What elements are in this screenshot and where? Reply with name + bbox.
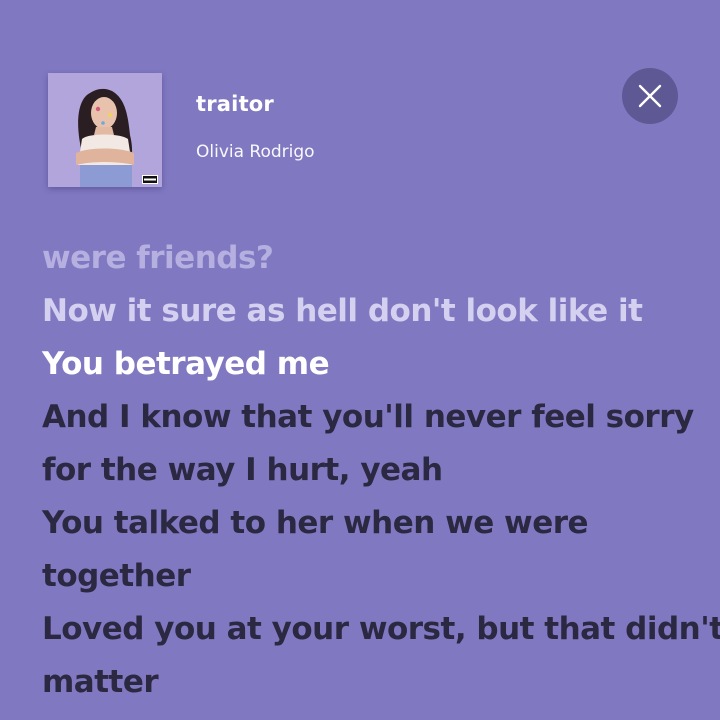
lyrics-panel[interactable]: were friends? Now it sure as hell don't … bbox=[42, 232, 720, 720]
now-playing-header: traitor Olivia Rodrigo bbox=[0, 0, 720, 220]
lyric-line-upcoming[interactable]: You talked to her when we were bbox=[42, 497, 692, 550]
lyric-line-upcoming[interactable]: for the way I hurt, yeah bbox=[42, 444, 692, 497]
close-button[interactable] bbox=[622, 68, 678, 124]
lyric-line-current[interactable]: You betrayed me bbox=[42, 338, 692, 391]
close-icon bbox=[638, 84, 662, 108]
lyric-line-upcoming[interactable]: It took you two weeks to go off and date bbox=[42, 709, 692, 720]
lyric-line-upcoming[interactable]: Loved you at your worst, but that didn't bbox=[42, 603, 720, 656]
lyric-line-upcoming[interactable]: matter bbox=[42, 656, 692, 709]
track-artist[interactable]: Olivia Rodrigo bbox=[196, 142, 315, 162]
lyric-line-upcoming[interactable]: together bbox=[42, 550, 692, 603]
track-title: traitor bbox=[196, 92, 274, 116]
lyric-line-upcoming[interactable]: And I know that you'll never feel sorry bbox=[42, 391, 694, 444]
album-cover-image bbox=[48, 73, 162, 187]
album-art bbox=[48, 73, 162, 187]
lyric-line-past[interactable]: Now it sure as hell don't look like it bbox=[42, 285, 692, 338]
lyric-line-past[interactable]: were friends? bbox=[42, 232, 692, 285]
